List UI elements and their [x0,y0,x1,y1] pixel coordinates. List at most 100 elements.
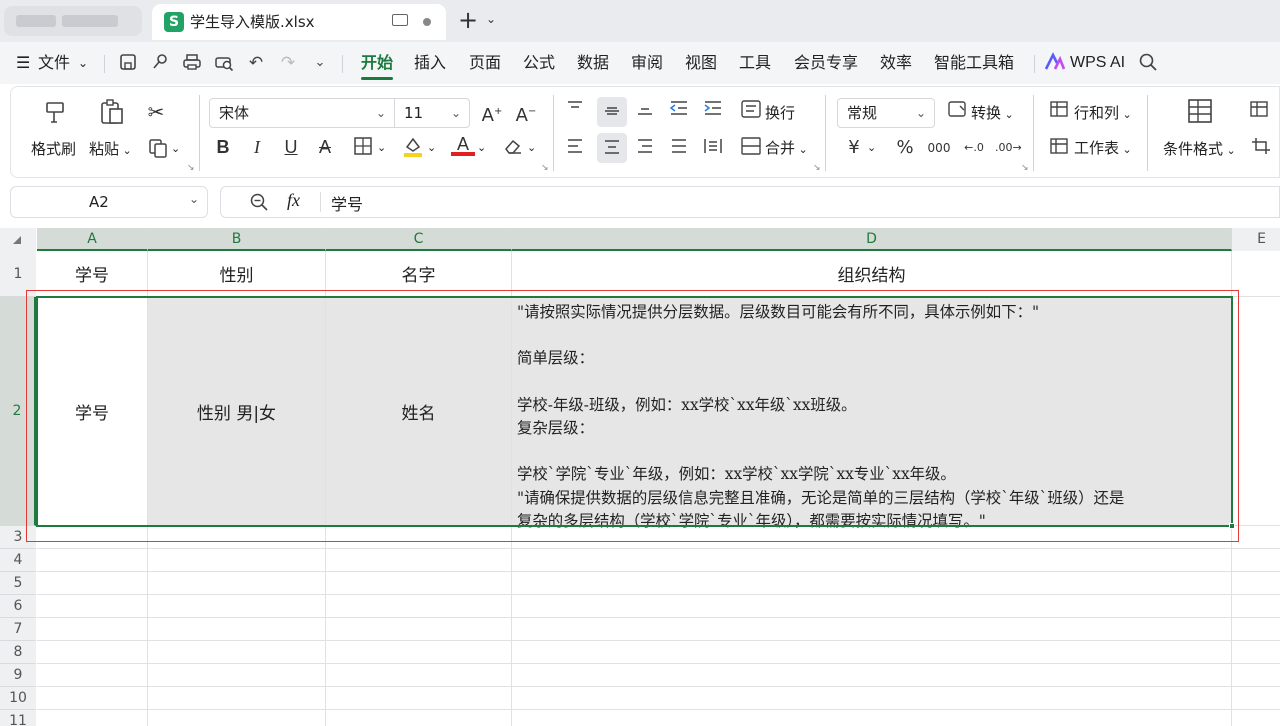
border-icon[interactable] [351,136,375,162]
row-header-4[interactable]: 4 [0,549,36,572]
worksheet-button[interactable]: 工作表 ⌄ [1074,138,1132,160]
increase-font-size-icon[interactable]: A+ [479,101,505,127]
copy-icon[interactable] [145,137,171,165]
cut-icon[interactable]: ✂ [143,101,169,123]
currency-icon[interactable]: ¥ [843,137,865,159]
column-header-a[interactable]: A [37,228,148,251]
formula-content[interactable]: 学号 [331,191,363,215]
format-painter-icon[interactable] [37,97,71,133]
cell-e2[interactable] [1232,297,1280,526]
name-box[interactable]: A2 ⌄ [10,186,208,218]
clipboard-expand-icon[interactable]: ↘ [187,163,195,173]
border-dropdown-icon[interactable]: ⌄ [377,138,386,158]
home-tab-blurred[interactable] [4,6,142,36]
font-color-dropdown-icon[interactable]: ⌄ [477,138,486,158]
select-all-corner[interactable] [0,228,36,251]
name-box-chevron-icon[interactable]: ⌄ [189,192,199,206]
cell-style-icon[interactable] [1247,100,1271,124]
clear-format-icon[interactable] [501,135,525,163]
merge-button[interactable]: 合并 ⌄ [765,138,808,160]
row-col-button[interactable]: 行和列 ⌄ [1074,103,1132,125]
tab-formula[interactable]: 公式 [523,52,555,74]
increase-indent-icon[interactable] [701,99,725,123]
zoom-formula-icon[interactable] [249,192,269,212]
search-icon[interactable] [1136,52,1160,74]
row-header-7[interactable]: 7 [0,618,36,641]
tab-page[interactable]: 页面 [469,52,501,74]
formula-bar[interactable]: fx 学号 [220,186,1280,218]
format-painter-button[interactable]: 格式刷 [31,139,76,159]
share-link-icon[interactable] [148,52,172,74]
tab-member[interactable]: 会员专享 [794,52,858,74]
tab-view[interactable]: 视图 [685,52,717,74]
row-header-9[interactable]: 9 [0,664,36,687]
hamburger-icon[interactable]: ☰ [16,52,30,74]
wps-ai-button[interactable]: WPS AI [1070,52,1125,74]
quick-access-more-icon[interactable]: ⌄ [308,52,332,74]
font-color-icon[interactable]: A [451,133,475,156]
tab-efficiency[interactable]: 效率 [880,52,912,74]
conditional-format-button[interactable]: 条件格式 ⌄ [1163,139,1236,161]
unsaved-dot-icon[interactable] [423,18,431,26]
row-col-icon[interactable] [1047,100,1071,124]
monitor-icon[interactable] [392,14,408,26]
column-header-e[interactable]: E [1232,228,1280,251]
percent-icon[interactable]: % [893,137,917,159]
increase-decimal-icon[interactable]: ←.0 [961,137,987,159]
align-center-icon[interactable] [597,133,627,163]
strikethrough-icon[interactable]: A [313,136,337,158]
merge-icon[interactable] [739,137,763,161]
copy-dropdown-chevron-icon[interactable]: ⌄ [171,139,180,159]
alignment-expand-icon[interactable]: ↘ [813,163,821,173]
number-format-select[interactable]: 常规 ⌄ [837,98,935,128]
paste-icon[interactable] [95,97,129,133]
wrap-text-icon[interactable] [739,100,763,124]
distribute-icon[interactable] [701,137,725,161]
row-header-11[interactable]: 11 [0,710,36,726]
currency-dropdown-icon[interactable]: ⌄ [867,138,876,158]
font-size-select[interactable]: 11 ⌄ [394,98,470,128]
font-expand-icon[interactable]: ↘ [541,163,549,173]
row-header-6[interactable]: 6 [0,595,36,618]
tab-home[interactable]: 开始 [361,52,394,80]
font-name-select[interactable]: 宋体 ⌄ [209,98,395,128]
convert-icon[interactable] [945,100,969,124]
number-expand-icon[interactable]: ↘ [1021,163,1029,173]
print-preview-icon[interactable] [212,52,236,74]
row-header-5[interactable]: 5 [0,572,36,595]
new-tab-button[interactable]: + [458,7,478,33]
row-header-8[interactable]: 8 [0,641,36,664]
column-header-d[interactable]: D [512,228,1232,251]
empty-rows-area[interactable] [37,526,1280,726]
align-right-icon[interactable] [633,137,657,161]
decrease-decimal-icon[interactable]: .00→ [995,137,1022,159]
tab-insert[interactable]: 插入 [414,52,446,74]
bold-button[interactable]: B [211,136,235,158]
thousands-separator-icon[interactable]: 000 [927,137,951,159]
tab-review[interactable]: 审阅 [631,52,663,74]
wrap-text-button[interactable]: 换行 [765,103,795,123]
file-tab[interactable]: S 学生导入模版.xlsx [152,4,446,40]
undo-icon[interactable]: ↶ [244,52,268,74]
spreadsheet-grid[interactable]: A B C D E 1 2 3 4 5 6 7 8 9 10 11 学号 性别 … [0,228,1280,726]
decrease-font-size-icon[interactable]: A− [513,101,539,127]
align-top-icon[interactable] [563,99,587,123]
print-icon[interactable] [180,52,204,74]
align-bottom-icon[interactable] [633,99,657,123]
redo-icon[interactable]: ↷ [276,52,300,74]
italic-button[interactable]: I [245,136,269,158]
underline-button[interactable]: U [279,136,303,158]
worksheet-icon[interactable] [1047,137,1071,161]
file-menu-chevron-icon[interactable]: ⌄ [78,52,88,74]
convert-button[interactable]: 转换 ⌄ [971,103,1014,125]
tab-smart-toolbox[interactable]: 智能工具箱 [934,52,1014,74]
column-header-c[interactable]: C [326,228,512,251]
clear-dropdown-icon[interactable]: ⌄ [527,138,536,158]
justify-icon[interactable] [667,137,691,161]
align-middle-icon[interactable] [597,97,627,127]
row-header-10[interactable]: 10 [0,687,36,710]
align-left-icon[interactable] [563,137,587,161]
tab-tools[interactable]: 工具 [739,52,771,74]
function-fx-icon[interactable]: fx [287,190,300,211]
paste-button[interactable]: 粘贴 ⌄ [89,139,132,161]
